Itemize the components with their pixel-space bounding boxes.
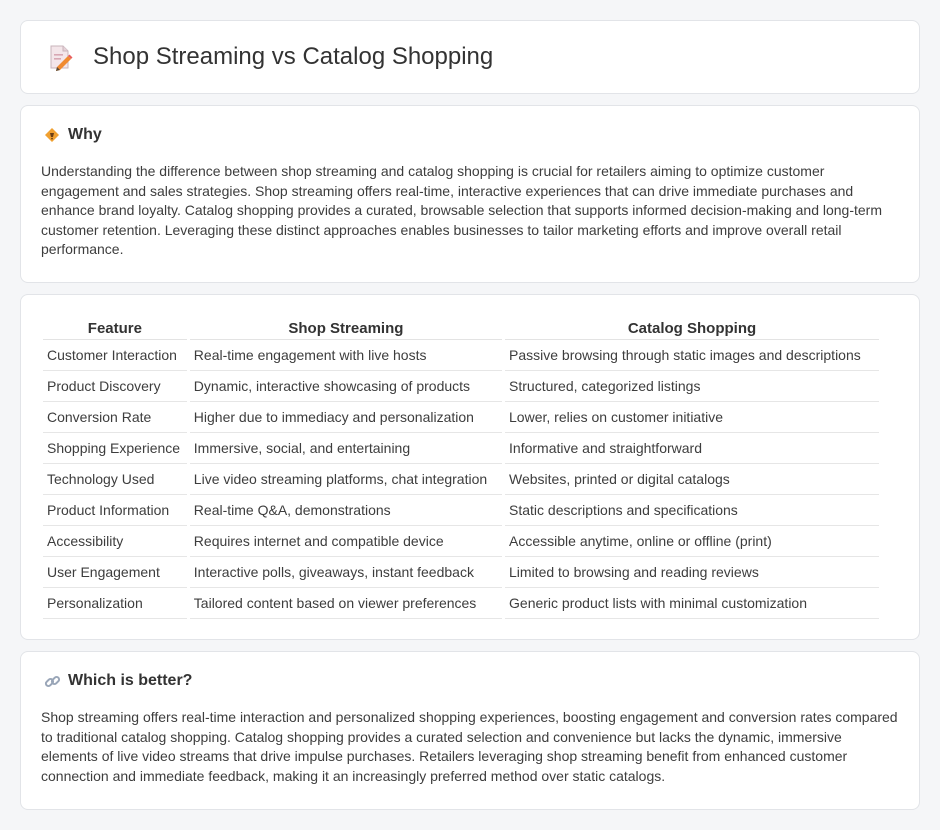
- catalog-shopping-cell: Websites, printed or digital catalogs: [505, 464, 879, 495]
- better-text: Shop streaming offers real-time interact…: [41, 709, 898, 784]
- header-shop-streaming: Shop Streaming: [189, 315, 503, 340]
- feature-cell: Shopping Experience: [43, 433, 187, 464]
- shop-streaming-cell: Immersive, social, and entertaining: [189, 433, 503, 464]
- feature-cell: User Engagement: [43, 557, 187, 588]
- feature-cell: Customer Interaction: [43, 340, 187, 371]
- table-row: Technology Used Live video streaming pla…: [43, 464, 879, 495]
- shop-streaming-cell: Tailored content based on viewer prefere…: [189, 588, 503, 619]
- shop-streaming-cell: Dynamic, interactive showcasing of produ…: [189, 371, 503, 402]
- shop-streaming-cell: Real-time Q&A, demonstrations: [189, 495, 503, 526]
- why-heading: Why: [41, 126, 899, 144]
- shop-streaming-cell: Live video streaming platforms, chat int…: [189, 464, 503, 495]
- why-title: Why: [68, 126, 102, 143]
- table-row: User Engagement Interactive polls, givea…: [43, 557, 879, 588]
- feature-cell: Personalization: [43, 588, 187, 619]
- feature-cell: Product Discovery: [43, 371, 187, 402]
- page-title: Shop Streaming vs Catalog Shopping: [93, 43, 494, 70]
- header-catalog-shopping: Catalog Shopping: [505, 315, 879, 340]
- better-title: Which is better?: [68, 672, 193, 689]
- table-row: Accessibility Requires internet and comp…: [43, 526, 879, 557]
- catalog-shopping-cell: Structured, categorized listings: [505, 371, 879, 402]
- shop-streaming-cell: Higher due to immediacy and personalizat…: [189, 402, 503, 433]
- table-row: Customer Interaction Real-time engagemen…: [43, 340, 879, 371]
- table-header-row: Feature Shop Streaming Catalog Shopping: [43, 315, 879, 340]
- table-row: Conversion Rate Higher due to immediacy …: [43, 402, 879, 433]
- header-feature: Feature: [43, 315, 187, 340]
- catalog-shopping-cell: Passive browsing through static images a…: [505, 340, 879, 371]
- feature-cell: Conversion Rate: [43, 402, 187, 433]
- why-text: Understanding the difference between sho…: [41, 163, 883, 258]
- which-is-better-section: Which is better? Shop streaming offers r…: [20, 651, 920, 810]
- shop-streaming-cell: Interactive polls, giveaways, instant fe…: [189, 557, 503, 588]
- link-icon: [43, 672, 61, 690]
- why-section: Why Understanding the difference between…: [20, 105, 920, 283]
- catalog-shopping-cell: Accessible anytime, online or offline (p…: [505, 526, 879, 557]
- shop-streaming-cell: Real-time engagement with live hosts: [189, 340, 503, 371]
- table-row: Shopping Experience Immersive, social, a…: [43, 433, 879, 464]
- catalog-shopping-cell: Limited to browsing and reading reviews: [505, 557, 879, 588]
- diamond-sign-icon: [43, 126, 61, 144]
- comparison-card: Feature Shop Streaming Catalog Shopping …: [20, 294, 920, 640]
- table-row: Personalization Tailored content based o…: [43, 588, 879, 619]
- feature-cell: Accessibility: [43, 526, 187, 557]
- catalog-shopping-cell: Static descriptions and specifications: [505, 495, 879, 526]
- table-row: Product Information Real-time Q&A, demon…: [43, 495, 879, 526]
- feature-cell: Technology Used: [43, 464, 187, 495]
- document-pencil-icon: [45, 42, 75, 72]
- feature-cell: Product Information: [43, 495, 187, 526]
- shop-streaming-cell: Requires internet and compatible device: [189, 526, 503, 557]
- header-card: Shop Streaming vs Catalog Shopping: [20, 20, 920, 94]
- catalog-shopping-cell: Informative and straightforward: [505, 433, 879, 464]
- catalog-shopping-cell: Generic product lists with minimal custo…: [505, 588, 879, 619]
- table-row: Product Discovery Dynamic, interactive s…: [43, 371, 879, 402]
- comparison-table: Feature Shop Streaming Catalog Shopping …: [40, 315, 882, 619]
- better-heading: Which is better?: [41, 672, 899, 690]
- catalog-shopping-cell: Lower, relies on customer initiative: [505, 402, 879, 433]
